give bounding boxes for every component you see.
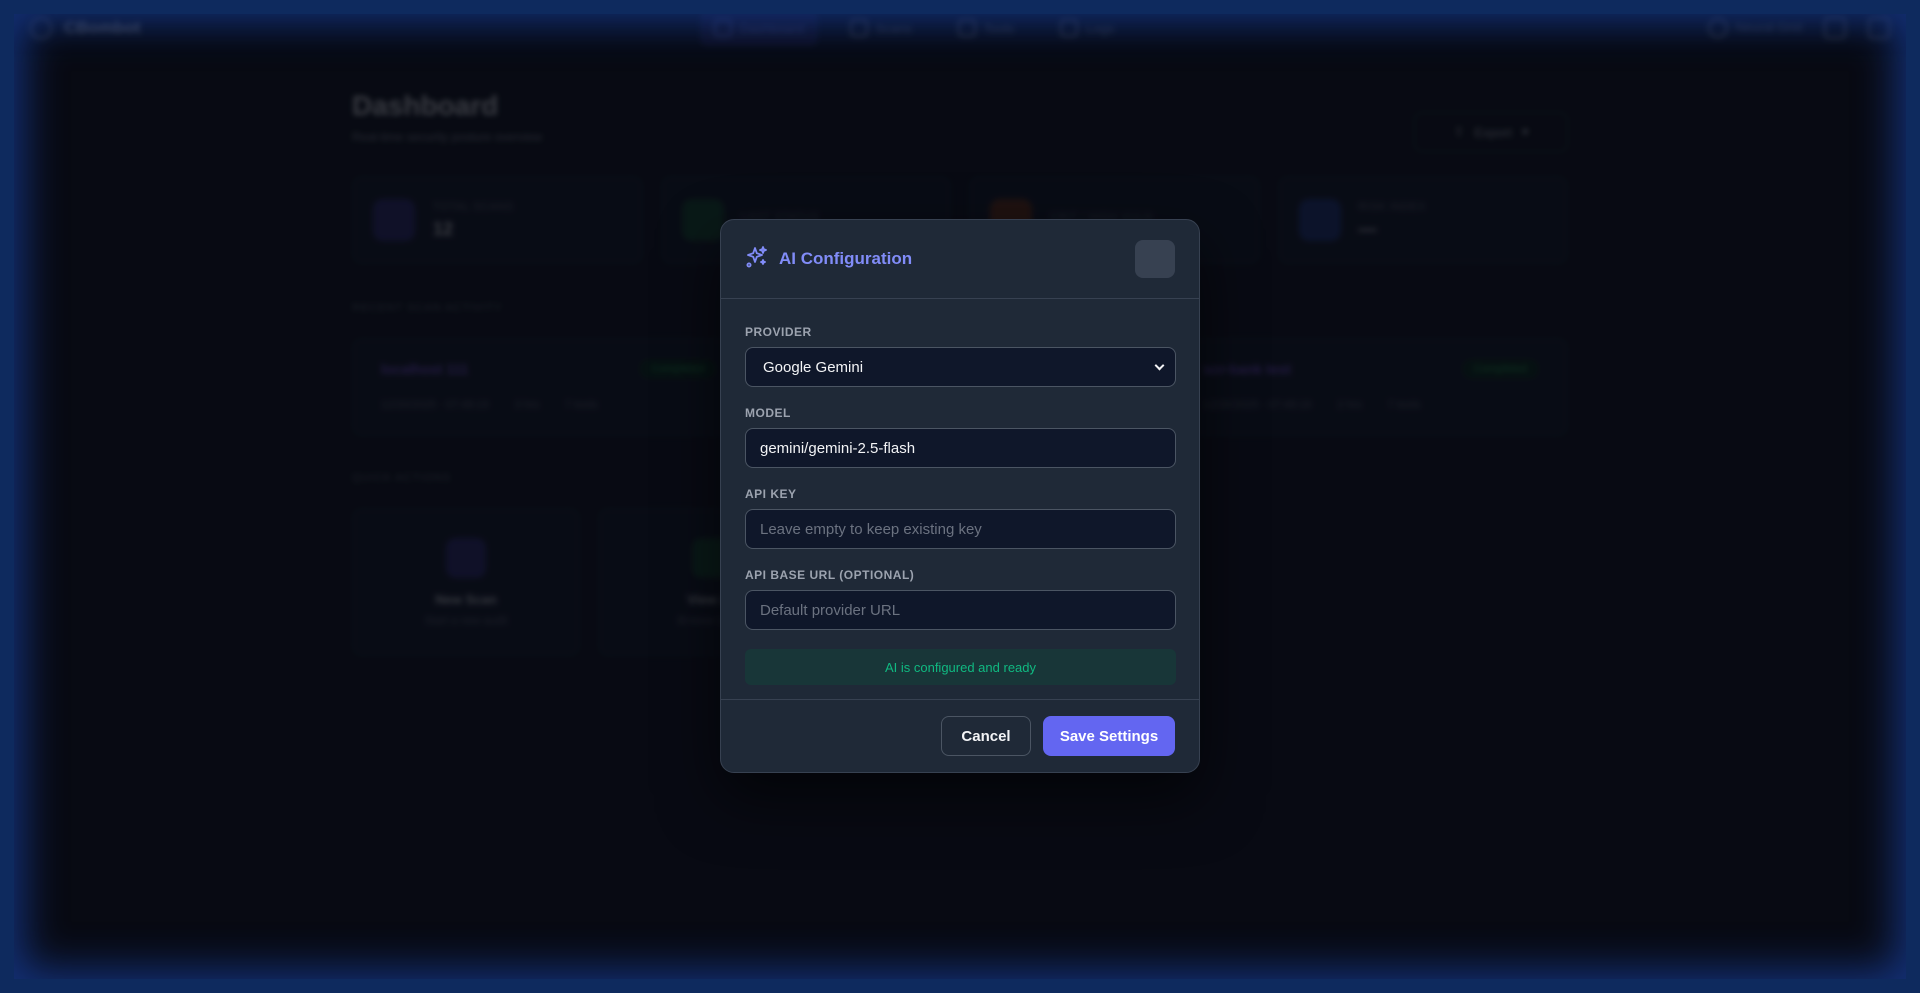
modal-body: Provider Google Gemini Model gemini/gemi… [721, 299, 1199, 685]
model-field: Model gemini/gemini-2.5-flash [745, 406, 1176, 468]
modal-header: AI Configuration [721, 220, 1199, 299]
provider-value: Google Gemini [763, 358, 864, 376]
base-url-label: API Base URL (Optional) [745, 568, 915, 582]
modal-title: AI Configuration [779, 249, 913, 268]
provider-field: Provider Google Gemini [745, 325, 1176, 387]
provider-label: Provider [745, 325, 812, 339]
provider-select[interactable]: Google Gemini [745, 347, 1176, 387]
base-url-input[interactable]: Default provider URL [745, 590, 1176, 630]
cancel-button[interactable]: Cancel [941, 716, 1031, 756]
close-button[interactable] [1135, 240, 1175, 278]
status-message: AI is configured and ready [745, 649, 1176, 685]
modal-footer: Cancel Save Settings [721, 699, 1199, 772]
model-input[interactable]: gemini/gemini-2.5-flash [745, 428, 1176, 468]
sparkles-icon [745, 245, 769, 274]
chevron-down-icon [1154, 360, 1165, 370]
base-url-field: API Base URL (Optional) Default provider… [745, 568, 1176, 630]
ai-config-modal: AI Configuration Provider Google Gemini … [720, 219, 1200, 773]
api-key-field: API Key Leave empty to keep existing key [745, 487, 1176, 549]
api-key-input[interactable]: Leave empty to keep existing key [745, 509, 1176, 549]
model-label: Model [745, 406, 791, 420]
api-key-label: API Key [745, 487, 797, 501]
save-settings-button[interactable]: Save Settings [1043, 716, 1175, 756]
